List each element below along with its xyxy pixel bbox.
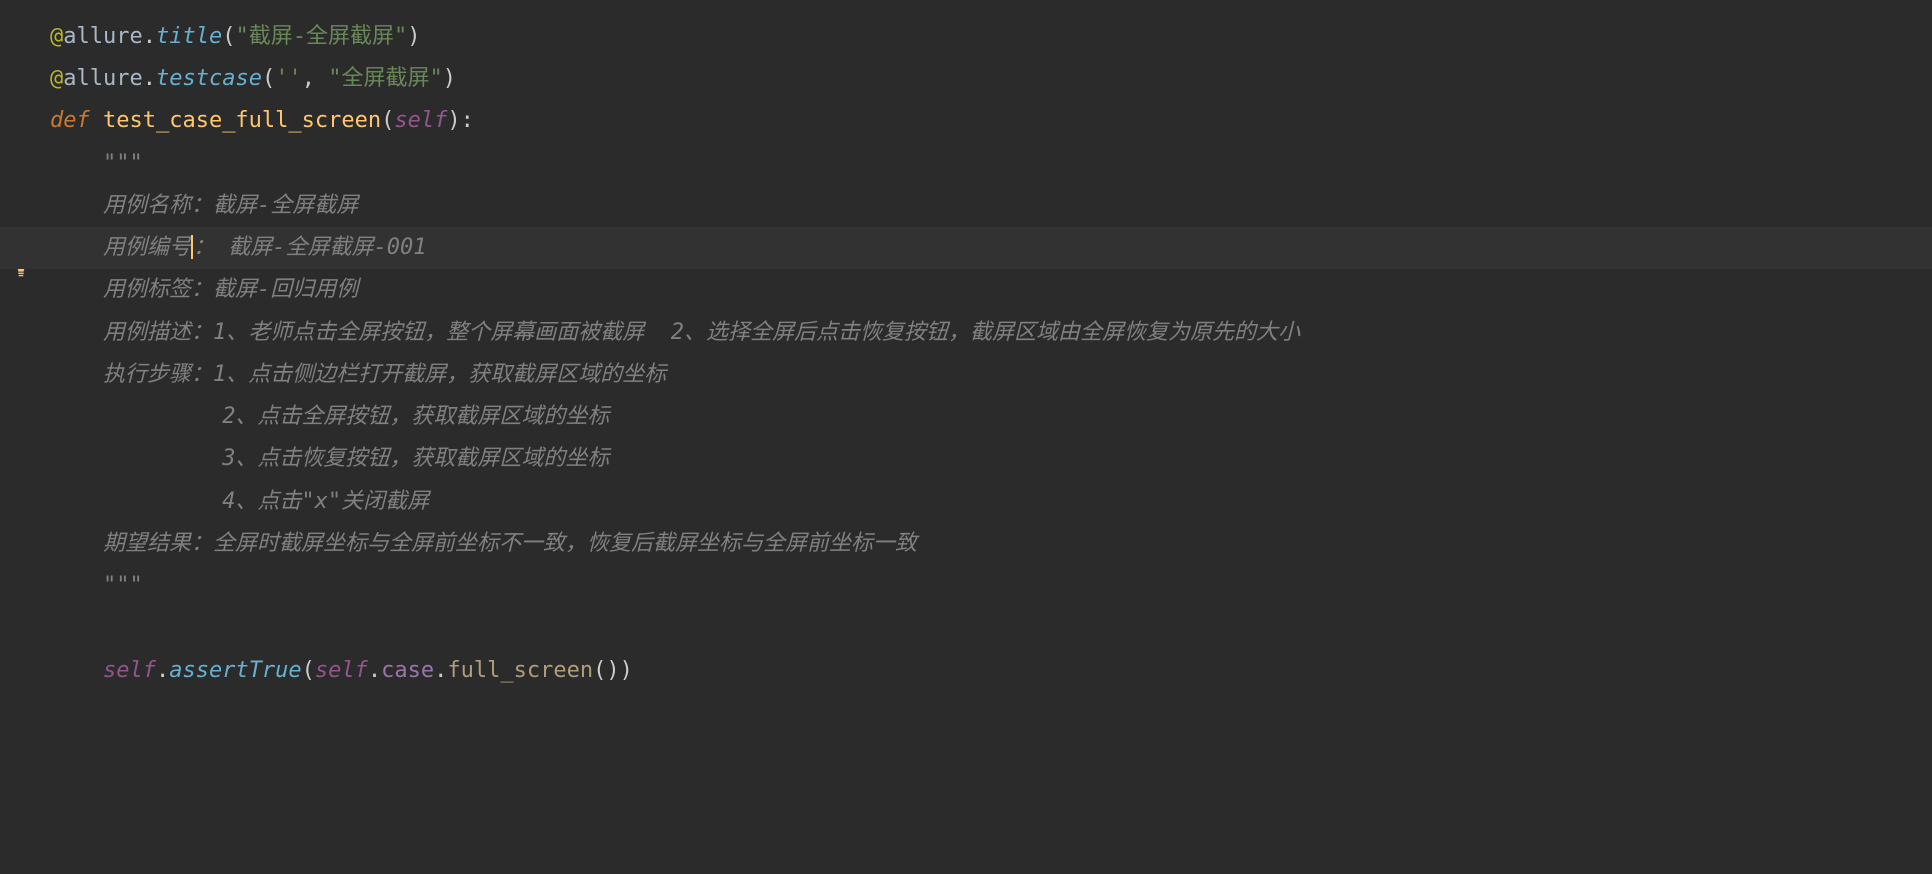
code-editor[interactable]: @allure.title("截屏-全屏截屏") @allure.testcas… — [0, 0, 1932, 692]
punctuation: ( — [381, 108, 394, 133]
code-line[interactable]: """ — [50, 143, 1932, 185]
string-literal: "截屏-全屏截屏" — [235, 24, 407, 49]
punctuation: ) — [407, 24, 420, 49]
docstring-text: 4、点击"x"关闭截屏 — [103, 489, 429, 514]
decorator-at: @ — [50, 24, 63, 49]
code-line[interactable]: 用例名称：截屏-全屏截屏 — [50, 185, 1932, 227]
identifier: allure — [63, 66, 142, 91]
docstring-text: 用例描述：1、老师点击全屏按钮，整个屏幕画面被截屏 2、选择全屏后点击恢复按钮，… — [103, 320, 1300, 345]
string-literal: "全屏截屏" — [328, 66, 443, 91]
code-line[interactable]: 3、点击恢复按钮，获取截屏区域的坐标 — [50, 438, 1932, 480]
code-line[interactable]: 用例描述：1、老师点击全屏按钮，整个屏幕画面被截屏 2、选择全屏后点击恢复按钮，… — [50, 312, 1932, 354]
docstring-text: 2、点击全屏按钮，获取截屏区域的坐标 — [103, 404, 609, 429]
method-name: assertTrue — [169, 658, 301, 683]
docstring-text: 执行步骤：1、点击侧边栏打开截屏，获取截屏区域的坐标 — [103, 362, 666, 387]
docstring-delim: """ — [103, 151, 143, 176]
identifier: allure — [63, 24, 142, 49]
punctuation: ( — [302, 658, 315, 683]
docstring-delim: """ — [103, 573, 143, 598]
method-name: testcase — [156, 66, 262, 91]
punctuation: ( — [262, 66, 275, 91]
docstring-text: 用例编号 — [103, 235, 191, 260]
docstring-text: ： — [193, 235, 215, 260]
code-line[interactable]: 4、点击"x"关闭截屏 — [50, 481, 1932, 523]
code-line[interactable]: """ — [50, 565, 1932, 607]
code-line[interactable]: 2、点击全屏按钮，获取截屏区域的坐标 — [50, 396, 1932, 438]
parameter-self: self — [394, 108, 447, 133]
punctuation: ): — [447, 108, 474, 133]
method-name: title — [156, 24, 222, 49]
code-line[interactable]: @allure.title("截屏-全屏截屏") — [50, 16, 1932, 58]
string-literal: '' — [275, 66, 302, 91]
punctuation: . — [156, 658, 169, 683]
code-line[interactable]: def test_case_full_screen(self): — [50, 100, 1932, 142]
docstring-text: 3、点击恢复按钮，获取截屏区域的坐标 — [103, 446, 609, 471]
code-line[interactable]: @allure.testcase('', "全屏截屏") — [50, 58, 1932, 100]
keyword-self: self — [315, 658, 368, 683]
method-call: full_screen — [447, 658, 593, 683]
punctuation: ) — [443, 66, 456, 91]
code-line[interactable]: self.assertTrue(self.case.full_screen()) — [50, 650, 1932, 692]
docstring-text: 截屏-全屏截屏-001 — [215, 235, 426, 260]
function-name: test_case_full_screen — [103, 108, 381, 133]
punctuation: . — [143, 24, 156, 49]
keyword-def: def — [50, 108, 103, 133]
member-access: case — [381, 658, 434, 683]
decorator-at: @ — [50, 66, 63, 91]
punctuation: . — [143, 66, 156, 91]
docstring-text: 期望结果：全屏时截屏坐标与全屏前坐标不一致，恢复后截屏坐标与全屏前坐标一致 — [103, 531, 917, 556]
code-line-active[interactable]: 用例编号： 截屏-全屏截屏-001 — [0, 227, 1932, 269]
code-line[interactable]: 期望结果：全屏时截屏坐标与全屏前坐标不一致，恢复后截屏坐标与全屏前坐标一致 — [50, 523, 1932, 565]
punctuation: ( — [222, 24, 235, 49]
code-line[interactable]: 用例标签：截屏-回归用例 — [50, 269, 1932, 311]
docstring-text: 用例标签：截屏-回归用例 — [103, 277, 358, 302]
punctuation: , — [302, 66, 329, 91]
code-line[interactable]: 执行步骤：1、点击侧边栏打开截屏，获取截屏区域的坐标 — [50, 354, 1932, 396]
punctuation: ()) — [593, 658, 633, 683]
docstring-text: 用例名称：截屏-全屏截屏 — [103, 193, 358, 218]
punctuation: . — [368, 658, 381, 683]
keyword-self: self — [103, 658, 156, 683]
code-line[interactable] — [50, 607, 1932, 649]
punctuation: . — [434, 658, 447, 683]
